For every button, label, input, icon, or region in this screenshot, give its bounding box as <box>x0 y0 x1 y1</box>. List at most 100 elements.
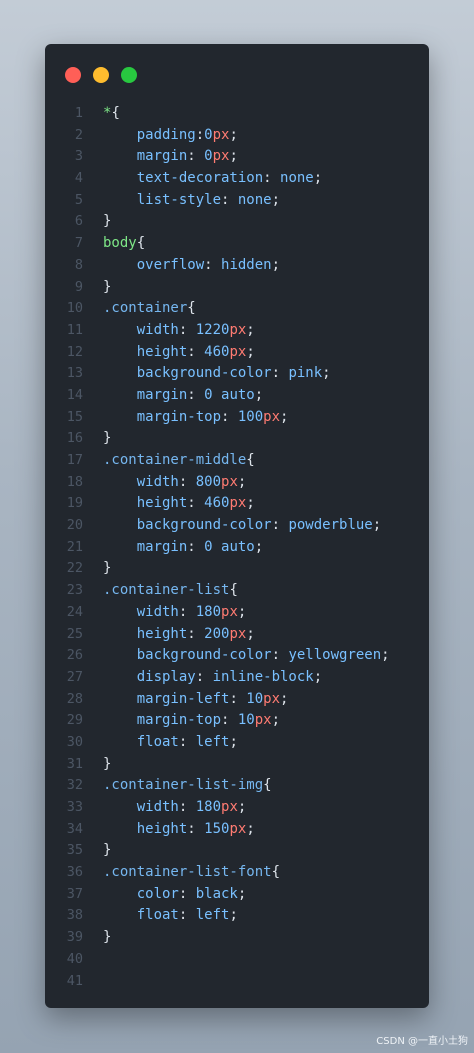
code-token-unit: px <box>221 603 238 620</box>
code-token-punct: : <box>187 625 205 642</box>
code-token-punct: ; <box>229 126 238 143</box>
code-token-property: margin-top <box>103 408 222 425</box>
code-token-punct: ; <box>271 256 281 273</box>
code-token-property: margin <box>103 538 188 555</box>
code-line[interactable]: 10 .container{ <box>45 298 429 320</box>
code-line[interactable]: 26 background-color: yellowgreen; <box>45 645 429 667</box>
code-line[interactable]: 5 list-style: none; <box>45 190 429 212</box>
code-text: width: 800px; <box>103 472 247 494</box>
line-number: 19 <box>66 495 83 512</box>
code-token-punct: } <box>103 278 112 295</box>
code-line[interactable]: 31} <box>45 754 429 776</box>
code-line[interactable]: 6} <box>45 211 429 233</box>
code-token-punct: : <box>204 256 222 273</box>
code-line[interactable]: 22} <box>45 558 429 580</box>
line-number: 12 <box>66 343 83 360</box>
code-token-property: text-decoration <box>103 170 264 187</box>
code-line[interactable]: 3 margin: 0px; <box>45 146 429 168</box>
code-token-selector: .container <box>103 300 188 317</box>
code-token-punct: } <box>103 842 112 859</box>
code-line[interactable]: 30 float: left; <box>45 732 429 754</box>
code-token-punct: : <box>221 191 238 208</box>
code-token-unit: px <box>212 126 230 143</box>
line-number: 17 <box>66 452 83 468</box>
code-line[interactable]: 18 width: 800px; <box>45 472 429 494</box>
line-number: 21 <box>66 538 83 555</box>
line-number: 8 <box>74 256 83 273</box>
code-token-punct: } <box>103 213 112 230</box>
code-text: margin: 0px; <box>103 146 238 168</box>
code-text: .container-list-font{ <box>103 862 280 884</box>
code-line[interactable]: 36 .container-list-font{ <box>45 862 429 884</box>
maximize-button[interactable] <box>121 67 137 83</box>
code-line[interactable]: 7 body{ <box>45 233 429 255</box>
code-line[interactable]: 33 width: 180px; <box>45 797 429 819</box>
code-line[interactable]: 9} <box>45 277 429 299</box>
minimize-button[interactable] <box>93 67 109 83</box>
code-token-number: 180 <box>195 799 222 815</box>
code-line[interactable]: 40 <box>45 949 429 971</box>
code-text: list-style: none; <box>103 190 280 212</box>
code-line[interactable]: 14 margin: 0 auto; <box>45 385 429 407</box>
line-number: 33 <box>66 799 83 815</box>
code-line[interactable]: 4 text-decoration: none; <box>45 168 429 190</box>
code-token-unit: px <box>263 690 281 707</box>
code-line[interactable]: 35} <box>45 840 429 862</box>
code-line[interactable]: 34 height: 150px; <box>45 819 429 841</box>
code-token-punct: ; <box>254 538 264 555</box>
code-line[interactable]: 41 <box>45 971 429 993</box>
code-line[interactable]: 27 display: inline-block; <box>45 667 429 689</box>
code-line[interactable]: 1 *{ <box>45 103 429 125</box>
code-line[interactable]: 23 .container-list{ <box>45 580 429 602</box>
line-number: 15 <box>66 408 83 425</box>
code-line[interactable]: 39} <box>45 927 429 949</box>
code-editor[interactable]: 1 *{2 padding:0px; 3 margin: 0px; 4 text-de… <box>45 103 429 992</box>
code-token-unit: px <box>229 495 247 512</box>
code-token-property: height <box>103 343 188 360</box>
line-number: 5 <box>74 191 83 208</box>
code-token-punct: ; <box>254 386 264 403</box>
code-line[interactable]: 28 margin-left: 10px; <box>45 689 429 711</box>
code-line[interactable]: 19 height: 460px; <box>45 493 429 515</box>
close-button[interactable] <box>65 67 81 83</box>
code-text: } <box>103 277 111 299</box>
code-token-punct: { <box>187 300 196 317</box>
code-line[interactable]: 37 color: black; <box>45 884 429 906</box>
code-token-punct: } <box>103 755 112 772</box>
code-token-punct: : <box>187 820 205 837</box>
code-text: } <box>103 840 111 862</box>
code-token-property: width <box>103 603 179 620</box>
code-line[interactable]: 13 background-color: pink; <box>45 363 429 385</box>
code-token-punct: ; <box>246 495 255 512</box>
code-line[interactable]: 11 width: 1220px; <box>45 320 429 342</box>
code-line[interactable]: 17 .container-middle{ <box>45 450 429 472</box>
watermark: CSDN @一直小土狗 <box>376 1036 468 1047</box>
code-token-number: 460 <box>204 343 230 360</box>
code-token-property: height <box>103 625 188 642</box>
code-line[interactable]: 20 background-color: powderblue; <box>45 515 429 537</box>
line-number: 24 <box>66 603 83 620</box>
code-token-punct: : <box>178 321 196 338</box>
code-token-punct: : <box>187 343 205 360</box>
code-line[interactable]: 24 width: 180px; <box>45 602 429 624</box>
code-line[interactable]: 2 padding:0px; <box>45 125 429 147</box>
code-token-property: float <box>103 733 179 750</box>
code-text: } <box>103 428 111 450</box>
code-line[interactable]: 38 float: left; <box>45 905 429 927</box>
code-text: color: black; <box>103 884 247 906</box>
code-line[interactable]: 16} <box>45 428 429 450</box>
code-token-keyword: none <box>237 191 272 208</box>
code-token-number: 100 <box>237 408 264 425</box>
code-line[interactable]: 12 height: 460px; <box>45 342 429 364</box>
code-token-unit: px <box>229 321 247 338</box>
code-text: height: 460px; <box>103 342 255 364</box>
code-line[interactable]: 32 .container-list-img{ <box>45 775 429 797</box>
code-token-punct: ; <box>313 668 323 685</box>
code-line[interactable]: 21 margin: 0 auto; <box>45 537 429 559</box>
code-line[interactable]: 25 height: 200px; <box>45 624 429 646</box>
line-number: 10 <box>66 300 83 317</box>
code-line[interactable]: 15 margin-top: 100px; <box>45 407 429 429</box>
code-line[interactable]: 8 overflow: hidden; <box>45 255 429 277</box>
code-token-punct: ; <box>246 321 255 338</box>
code-line[interactable]: 29 margin-top: 10px; <box>45 710 429 732</box>
